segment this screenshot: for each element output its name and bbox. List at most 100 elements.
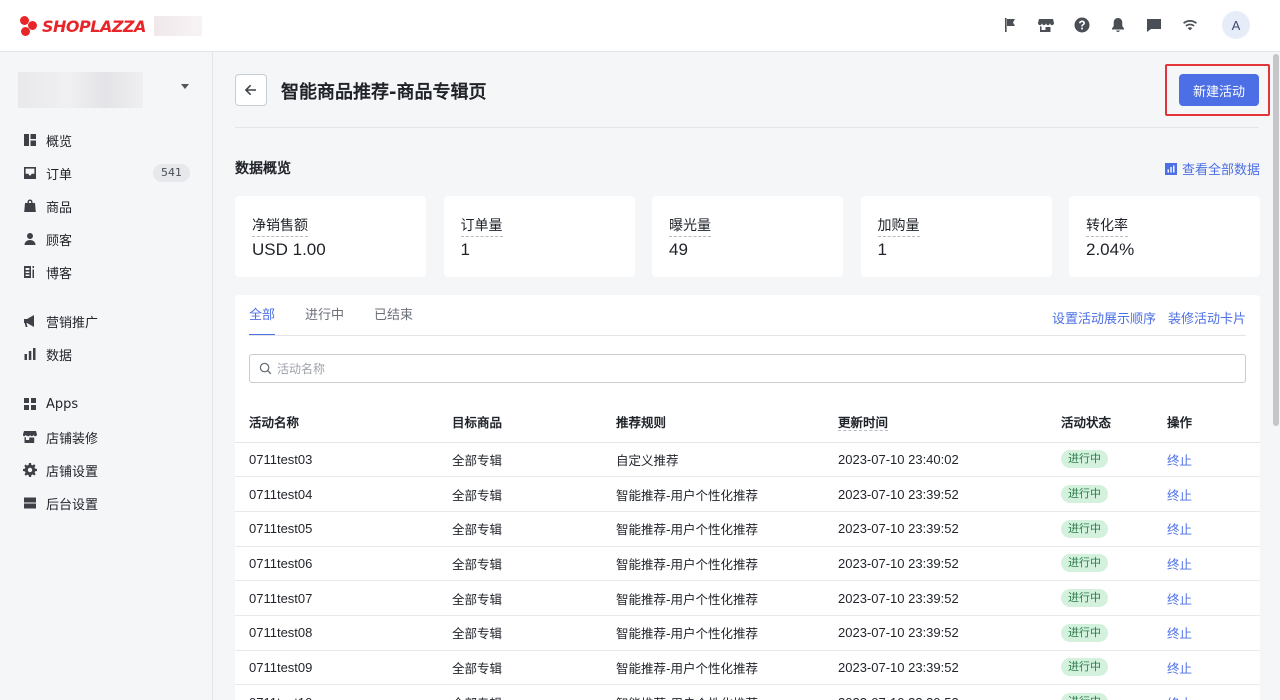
stat-value: 2.04% — [1086, 240, 1135, 259]
cell-target: 全部专辑 — [452, 684, 616, 700]
stat-label[interactable]: 曝光量 — [669, 215, 711, 237]
sidebar-item-admin-settings[interactable]: 后台设置 — [22, 489, 192, 517]
tab-ended[interactable]: 已结束 — [374, 295, 413, 336]
cell-rule: 智能推荐-用户个性化推荐 — [616, 650, 838, 686]
sidebar-item-apps[interactable]: Apps — [22, 390, 192, 418]
arrow-left-icon — [244, 84, 256, 96]
sidebar-item-label: 商品 — [46, 200, 73, 216]
sidebar-item-products[interactable]: 商品 — [22, 192, 192, 220]
sidebar-item-label: 订单 — [46, 167, 73, 183]
tab-all[interactable]: 全部 — [249, 295, 276, 336]
cell-activity-name: 0711test06 — [235, 546, 452, 582]
stop-link[interactable]: 终止 — [1167, 488, 1192, 503]
cell-target-text: 全部专辑 — [452, 626, 503, 642]
stat-value: USD 1.00 — [252, 240, 326, 259]
stop-link[interactable]: 终止 — [1167, 522, 1192, 537]
stat-label[interactable]: 净销售额 — [252, 215, 308, 237]
stop-link[interactable]: 终止 — [1167, 453, 1192, 468]
gear-icon — [22, 462, 38, 478]
cell-action: 终止 — [1167, 615, 1260, 651]
stat-value: 49 — [669, 240, 688, 259]
avatar[interactable]: A — [1222, 11, 1250, 39]
sidebar-item-label: 顾客 — [46, 233, 73, 249]
cell-target: 全部专辑 — [452, 476, 616, 512]
status-badge: 进行中 — [1061, 693, 1108, 700]
cell-target-text: 全部专辑 — [452, 591, 503, 607]
sidebar-item-store-settings[interactable]: 店铺设置 — [22, 456, 192, 484]
search-icon — [259, 362, 272, 375]
cell-target-text: 全部专辑 — [452, 696, 502, 700]
sidebar-item-theme[interactable]: 店铺装修 — [22, 423, 192, 451]
stat-card-impressions: 曝光量 49 — [652, 196, 843, 277]
back-button[interactable] — [235, 74, 267, 106]
cell-target: 全部专辑 — [452, 615, 616, 651]
cell-rule-text: 智能推荐-用户个性化推荐 — [616, 487, 759, 503]
cell-rule-text: 智能推荐-用户个性化推荐 — [616, 626, 759, 642]
sidebar-item-analytics[interactable]: 数据 — [22, 340, 192, 368]
cell-rule: 自定义推荐 — [616, 442, 838, 478]
cell-updated: 2023-07-10 23:39:52 — [838, 615, 1061, 651]
cell-target: 全部专辑 — [452, 546, 616, 582]
blog-icon — [22, 264, 38, 280]
tab-active[interactable]: 进行中 — [305, 295, 344, 336]
store-icon[interactable] — [1036, 15, 1056, 35]
activity-list-panel: 全部 进行中 已结束 设置活动展示顺序 装修活动卡片 活动名称 目标商品 推荐规… — [235, 295, 1260, 700]
sidebar-item-label: 博客 — [46, 266, 73, 282]
status-badge: 进行中 — [1061, 623, 1108, 642]
flag-icon[interactable] — [1000, 15, 1020, 35]
bell-icon[interactable] — [1108, 15, 1128, 35]
view-all-data-link[interactable]: 查看全部数据 — [1164, 159, 1260, 178]
column-header-updated-label[interactable]: 更新时间 — [838, 415, 889, 432]
stop-link[interactable]: 终止 — [1167, 557, 1192, 572]
sidebar-item-label: 概览 — [46, 134, 73, 150]
caret-down-icon — [181, 84, 189, 89]
view-all-label: 查看全部数据 — [1181, 163, 1260, 178]
set-display-order-link[interactable]: 设置活动展示顺序 — [1052, 308, 1156, 327]
cell-activity-name-text: 0711test07 — [249, 590, 313, 606]
scrollbar[interactable] — [1272, 52, 1280, 700]
cell-activity-name: 0711test04 — [235, 476, 452, 512]
wifi-icon[interactable] — [1180, 15, 1200, 35]
sidebar: 概览 订单 541 商品 顾客 博客 营销推广 数据 Apps 店铺装修 店铺设… — [0, 52, 213, 700]
cell-updated-text: 2023-07-10 23:39:52 — [838, 695, 959, 700]
sidebar-item-label: 营销推广 — [46, 315, 99, 331]
customize-card-link[interactable]: 装修活动卡片 — [1168, 308, 1246, 327]
sidebar-item-overview[interactable]: 概览 — [22, 126, 192, 154]
divider — [249, 335, 1246, 336]
stop-link[interactable]: 终止 — [1167, 592, 1192, 607]
sidebar-item-label: 后台设置 — [46, 497, 99, 513]
status-tabs: 全部 进行中 已结束 — [249, 295, 443, 336]
shoplazza-logo[interactable]: SHOPLAZZA — [20, 14, 202, 38]
store-selector[interactable] — [18, 72, 193, 108]
sidebar-item-customers[interactable]: 顾客 — [22, 225, 192, 253]
cell-action: 终止 — [1167, 684, 1260, 700]
search-input[interactable] — [277, 361, 1177, 376]
message-icon[interactable] — [1144, 15, 1164, 35]
cell-target: 全部专辑 — [452, 650, 616, 686]
new-activity-button[interactable]: 新建活动 — [1179, 74, 1259, 106]
column-header-action: 操作 — [1167, 402, 1260, 443]
stop-link[interactable]: 终止 — [1167, 626, 1192, 641]
cell-updated: 2023-07-10 23:39:52 — [838, 684, 1061, 700]
scrollbar-thumb[interactable] — [1273, 54, 1279, 426]
help-icon[interactable] — [1072, 15, 1092, 35]
stop-link[interactable]: 终止 — [1167, 661, 1192, 676]
stat-label[interactable]: 转化率 — [1086, 215, 1128, 237]
stat-label[interactable]: 加购量 — [877, 215, 920, 237]
cell-action: 终止 — [1167, 511, 1260, 547]
cell-updated: 2023-07-10 23:40:02 — [838, 442, 1061, 478]
sidebar-item-orders[interactable]: 订单 541 — [22, 159, 192, 187]
cell-status: 进行中 — [1061, 580, 1167, 616]
cell-updated-text: 2023-07-10 23:40:02 — [838, 451, 959, 467]
sidebar-item-marketing[interactable]: 营销推广 — [22, 307, 192, 335]
stop-link[interactable]: 终止 — [1167, 696, 1192, 700]
stat-card-net-sales: 净销售额 USD 1.00 — [235, 196, 426, 277]
page-title: 智能商品推荐-商品专辑页 — [281, 82, 487, 103]
cell-rule: 智能推荐-用户个性化推荐 — [616, 476, 838, 512]
cell-updated: 2023-07-10 23:39:52 — [838, 580, 1061, 616]
stat-label[interactable]: 订单量 — [460, 215, 503, 237]
table-row: 0711test06 全部专辑 智能推荐-用户个性化推荐 2023-07-10 23:… — [235, 546, 1260, 582]
cell-rule: 智能推荐-用户个性化推荐 — [616, 684, 838, 700]
cell-activity-name-text: 0711test09 — [249, 659, 313, 675]
sidebar-item-blog[interactable]: 博客 — [22, 258, 192, 286]
